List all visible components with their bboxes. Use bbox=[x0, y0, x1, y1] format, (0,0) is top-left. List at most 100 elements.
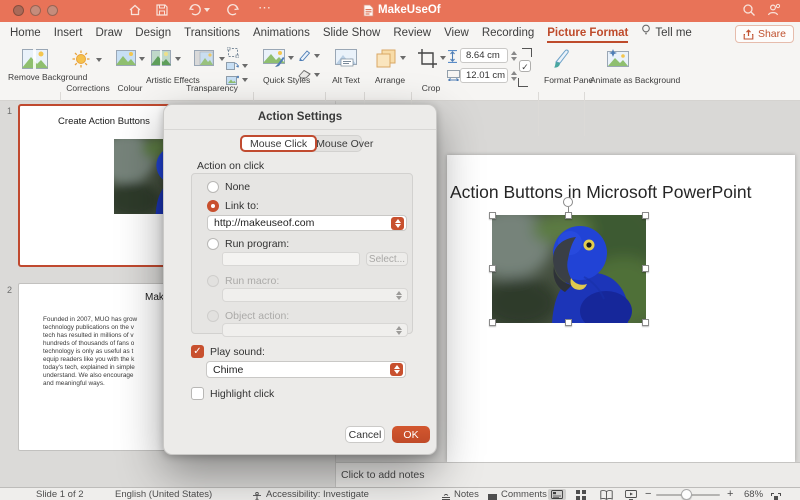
zoom-window-button[interactable] bbox=[47, 5, 58, 16]
tab-picture-format[interactable]: Picture Format bbox=[547, 27, 628, 43]
language-indicator[interactable]: English (United States) bbox=[115, 489, 212, 500]
picture-border-pen-icon[interactable] bbox=[298, 49, 311, 61]
tab-design[interactable]: Design bbox=[135, 27, 171, 39]
quick-styles-chevron-icon bbox=[288, 56, 294, 60]
radio-link-to[interactable] bbox=[207, 200, 219, 212]
slide-1-thumbnail[interactable]: Create Action Buttons bbox=[18, 104, 170, 267]
notes-toggle[interactable]: Notes bbox=[454, 489, 479, 500]
more-toolbar-icon[interactable]: ⋯ bbox=[258, 0, 271, 16]
tab-view[interactable]: View bbox=[444, 27, 469, 39]
lightbulb-icon bbox=[641, 24, 651, 42]
link-to-dropdown[interactable]: http://makeuseof.com bbox=[207, 215, 407, 231]
share-button[interactable]: Share bbox=[735, 25, 794, 43]
arrange-chevron-icon bbox=[400, 56, 406, 60]
zoom-in-button[interactable]: + bbox=[727, 488, 733, 500]
resize-handle[interactable] bbox=[642, 319, 649, 326]
dropdown-stepper-icon bbox=[390, 363, 403, 376]
resize-handle[interactable] bbox=[489, 212, 496, 219]
radio-run-macro-label: Run macro: bbox=[225, 275, 279, 287]
ok-button[interactable]: OK bbox=[392, 426, 430, 443]
redo-icon[interactable] bbox=[225, 3, 240, 17]
radio-run-program-label[interactable]: Run program: bbox=[225, 238, 289, 250]
normal-view-button[interactable] bbox=[548, 489, 566, 500]
lock-aspect-group: ✓ bbox=[518, 48, 532, 86]
reading-view-button[interactable] bbox=[597, 489, 615, 500]
close-window-button[interactable] bbox=[13, 5, 24, 16]
fit-slide-icon[interactable] bbox=[771, 490, 781, 500]
radio-run-program[interactable] bbox=[207, 238, 219, 250]
format-pane-icon bbox=[553, 48, 573, 69]
height-icon bbox=[447, 50, 458, 63]
slide-show-button[interactable] bbox=[622, 489, 640, 500]
tab-slide-show[interactable]: Slide Show bbox=[323, 27, 381, 39]
comments-toggle[interactable]: Comments bbox=[501, 489, 547, 500]
profile-icon[interactable] bbox=[766, 3, 781, 17]
crop-icon bbox=[418, 49, 437, 68]
lock-aspect-checkbox[interactable]: ✓ bbox=[519, 60, 531, 72]
play-sound-checkbox[interactable]: ✓ bbox=[191, 345, 204, 358]
width-field[interactable]: 12.01 cm bbox=[460, 68, 508, 83]
highlight-click-checkbox[interactable] bbox=[191, 387, 204, 400]
tab-transitions[interactable]: Transitions bbox=[184, 27, 240, 39]
ribbon-divider bbox=[584, 92, 585, 136]
tab-mouse-over[interactable]: Mouse Over bbox=[316, 136, 373, 151]
tab-recording[interactable]: Recording bbox=[482, 27, 534, 39]
search-icon[interactable] bbox=[742, 3, 756, 17]
radio-none-label[interactable]: None bbox=[225, 181, 250, 193]
slide-picture[interactable] bbox=[492, 215, 646, 323]
save-icon[interactable] bbox=[155, 3, 169, 17]
notes-pane[interactable]: Click to add notes bbox=[336, 462, 800, 487]
home-icon[interactable] bbox=[128, 3, 142, 17]
select-button[interactable]: Select... bbox=[366, 252, 408, 266]
transparency-chevron-icon bbox=[219, 57, 225, 61]
tab-mouse-click[interactable]: Mouse Click bbox=[240, 135, 317, 152]
resize-handle[interactable] bbox=[565, 212, 572, 219]
tab-draw[interactable]: Draw bbox=[95, 27, 122, 39]
undo-icon[interactable] bbox=[188, 3, 203, 17]
notes-placeholder[interactable]: Click to add notes bbox=[341, 469, 424, 481]
corner-bottom-icon bbox=[518, 78, 528, 87]
run-program-field[interactable] bbox=[222, 252, 360, 266]
reset-picture-icon[interactable] bbox=[226, 61, 239, 72]
rotate-handle[interactable] bbox=[563, 197, 573, 207]
resize-handle[interactable] bbox=[565, 319, 572, 326]
slide-2-thumbnail[interactable]: Make Founded in 2007, MUO has grow techn… bbox=[18, 283, 170, 451]
resize-handle[interactable] bbox=[489, 319, 496, 326]
picture-effects-eraser-icon[interactable] bbox=[298, 69, 311, 79]
cancel-button[interactable]: Cancel bbox=[345, 426, 385, 443]
corrections-sun-icon bbox=[72, 50, 90, 68]
selection-frame-icon[interactable] bbox=[227, 47, 239, 58]
highlight-click-label[interactable]: Highlight click bbox=[210, 388, 274, 400]
accessibility-status[interactable]: Accessibility: Investigate bbox=[266, 489, 369, 500]
tab-home[interactable]: Home bbox=[10, 27, 41, 39]
play-sound-label[interactable]: Play sound: bbox=[210, 346, 265, 358]
height-field[interactable]: 8.64 cm bbox=[460, 48, 508, 63]
radio-link-to-label[interactable]: Link to: bbox=[225, 200, 259, 212]
width-stepper[interactable] bbox=[509, 68, 518, 83]
remove-background-icon bbox=[22, 49, 48, 69]
compress-picture-chevron-icon bbox=[242, 78, 248, 82]
height-stepper[interactable] bbox=[509, 48, 518, 63]
dropdown-stepper-icon bbox=[394, 291, 404, 300]
undo-menu-chevron-icon[interactable] bbox=[204, 8, 210, 12]
sound-dropdown[interactable]: Chime bbox=[206, 361, 406, 378]
share-icon bbox=[743, 29, 754, 40]
zoom-slider-thumb[interactable] bbox=[681, 489, 692, 500]
slide-sorter-view-button[interactable] bbox=[572, 489, 590, 500]
tab-tell-me[interactable]: Tell me bbox=[641, 24, 691, 42]
compress-picture-icon[interactable] bbox=[226, 75, 239, 86]
slide-counter[interactable]: Slide 1 of 2 bbox=[36, 489, 84, 500]
zoom-percentage[interactable]: 68% bbox=[744, 489, 763, 500]
slide-2-number: 2 bbox=[7, 285, 12, 295]
slide-title-text[interactable]: Action Buttons in Microsoft PowerPoint bbox=[450, 182, 750, 203]
tab-animations[interactable]: Animations bbox=[253, 27, 310, 39]
tab-review[interactable]: Review bbox=[393, 27, 431, 39]
resize-handle[interactable] bbox=[642, 265, 649, 272]
resize-handle[interactable] bbox=[642, 212, 649, 219]
resize-handle[interactable] bbox=[489, 265, 496, 272]
radio-none[interactable] bbox=[207, 181, 219, 193]
zoom-out-button[interactable]: − bbox=[645, 488, 651, 500]
colour-chevron-icon bbox=[139, 57, 145, 61]
tab-insert[interactable]: Insert bbox=[54, 27, 83, 39]
minimize-window-button[interactable] bbox=[30, 5, 41, 16]
